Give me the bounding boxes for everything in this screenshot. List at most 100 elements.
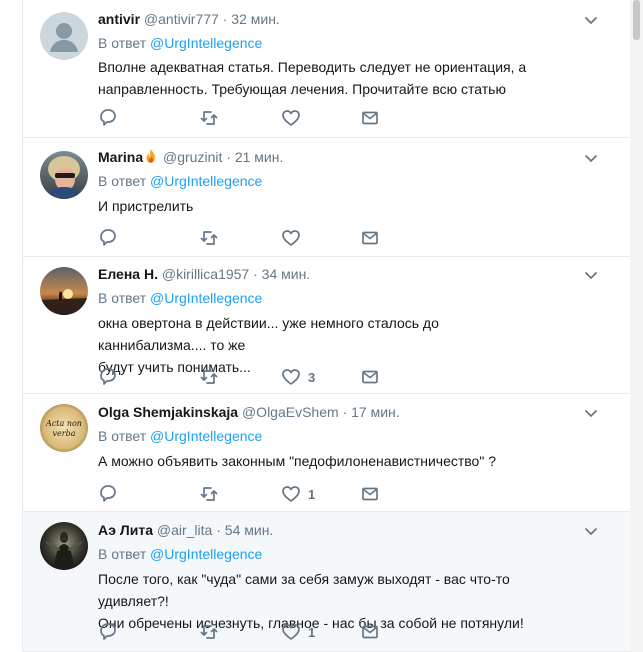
reply-prefix: В ответ bbox=[98, 546, 147, 562]
reply-button[interactable] bbox=[98, 108, 118, 128]
author-handle[interactable]: @antivir777 bbox=[144, 11, 219, 27]
author-name[interactable]: Аэ Лита bbox=[98, 522, 153, 538]
reply-icon bbox=[100, 368, 116, 385]
reply-context: В ответ @UrgIntellegence bbox=[98, 427, 262, 445]
avatar[interactable] bbox=[40, 267, 88, 315]
tweet-actions bbox=[98, 108, 398, 128]
retweet-button[interactable] bbox=[199, 622, 219, 642]
more-options-button[interactable] bbox=[583, 12, 599, 28]
avatar[interactable] bbox=[40, 151, 88, 199]
reply-to-link[interactable]: @UrgIntellegence bbox=[150, 173, 262, 189]
like-count: 3 bbox=[308, 369, 316, 385]
timestamp[interactable]: 21 мин. bbox=[235, 149, 284, 165]
tweet-text-line: Вполне адекватная статья. Переводить сле… bbox=[98, 59, 527, 75]
reply-icon bbox=[100, 229, 116, 246]
timestamp[interactable]: 32 мин. bbox=[231, 11, 280, 27]
author-handle[interactable]: @OlgaEvShem bbox=[242, 404, 339, 420]
avatar-image bbox=[40, 522, 88, 570]
tweet-text-line: окна овертона в действии... уже немного … bbox=[98, 315, 439, 353]
reply-icon bbox=[100, 623, 116, 640]
like-button[interactable]: 3 bbox=[281, 367, 315, 387]
author-name[interactable]: antivir bbox=[98, 11, 140, 27]
retweet-icon bbox=[200, 231, 218, 245]
separator: · bbox=[222, 11, 228, 27]
tweet-text-line: А можно объявить законным "педофилоненав… bbox=[98, 453, 496, 469]
envelope-icon bbox=[362, 370, 378, 384]
more-options-button[interactable] bbox=[583, 523, 599, 539]
tweet[interactable]: Marina @gruzinit · 21 мин. В ответ @UrgIn… bbox=[23, 138, 630, 257]
retweet-icon bbox=[200, 111, 218, 125]
tweet[interactable]: Елена Н. @kirillica1957 · 34 мин. В ответ… bbox=[23, 257, 630, 394]
author-name[interactable]: Marina bbox=[98, 149, 143, 165]
tweet[interactable]: Аэ Лита @air_lita · 54 мин. В ответ @UrgI… bbox=[23, 512, 630, 652]
direct-message-button[interactable] bbox=[360, 228, 380, 248]
reply-button[interactable] bbox=[98, 484, 118, 504]
like-button[interactable]: 1 bbox=[281, 622, 315, 642]
more-options-button[interactable] bbox=[583, 150, 599, 166]
like-button[interactable] bbox=[281, 228, 301, 248]
like-count: 1 bbox=[308, 486, 316, 502]
timestamp[interactable]: 17 мин. bbox=[351, 404, 400, 420]
chevron-down-icon bbox=[585, 272, 597, 279]
direct-message-button[interactable] bbox=[360, 484, 380, 504]
author-name[interactable]: Елена Н. bbox=[98, 266, 158, 282]
avatar-text: Acta non bbox=[45, 419, 82, 428]
envelope-icon bbox=[362, 625, 378, 639]
heart-icon bbox=[282, 230, 300, 246]
avatar-text: verba bbox=[53, 429, 76, 438]
direct-message-button[interactable] bbox=[360, 108, 380, 128]
like-button[interactable]: 1 bbox=[281, 484, 315, 504]
timestamp[interactable]: 34 мин. bbox=[262, 266, 311, 282]
more-options-button[interactable] bbox=[583, 267, 599, 283]
chevron-down-icon bbox=[585, 155, 597, 162]
reply-prefix: В ответ bbox=[98, 290, 147, 306]
tweet-actions bbox=[98, 228, 398, 248]
tweet-header: Аэ Лита @air_lita · 54 мин. bbox=[98, 521, 273, 539]
chevron-down-icon bbox=[585, 410, 597, 417]
author-handle[interactable]: @kirillica1957 bbox=[162, 266, 249, 282]
tweet-text-line: направленность. Требующая лечения. Прочи… bbox=[98, 81, 506, 97]
more-options-button[interactable] bbox=[583, 405, 599, 421]
avatar[interactable] bbox=[40, 12, 88, 60]
avatar-image bbox=[40, 151, 88, 199]
author-name[interactable]: Olga Shemjakinskaja bbox=[98, 404, 238, 420]
reply-button[interactable] bbox=[98, 367, 118, 387]
author-handle[interactable]: @air_lita bbox=[157, 522, 212, 538]
retweet-button[interactable] bbox=[199, 367, 219, 387]
tweet-header: Marina @gruzinit · 21 мин. bbox=[98, 148, 283, 166]
chevron-down-icon bbox=[585, 17, 597, 24]
reply-button[interactable] bbox=[98, 622, 118, 642]
author-handle[interactable]: @gruzinit bbox=[163, 149, 222, 165]
tweet-header: Елена Н. @kirillica1957 · 34 мин. bbox=[98, 265, 310, 283]
retweet-button[interactable] bbox=[199, 228, 219, 248]
retweet-icon bbox=[200, 370, 218, 384]
reply-icon bbox=[100, 485, 116, 502]
retweet-button[interactable] bbox=[199, 484, 219, 504]
tweet[interactable]: antivir @antivir777 · 32 мин. В ответ @Ur… bbox=[23, 0, 630, 138]
scrollbar[interactable] bbox=[630, 0, 643, 652]
direct-message-button[interactable] bbox=[360, 622, 380, 642]
heart-icon bbox=[282, 369, 300, 385]
reply-to-link[interactable]: @UrgIntellegence bbox=[150, 546, 262, 562]
tweet[interactable]: Acta non verba Olga Shemjakinskaja @OlgaEv… bbox=[23, 394, 630, 512]
avatar[interactable]: Acta non verba bbox=[40, 404, 88, 452]
like-button[interactable] bbox=[281, 108, 301, 128]
reply-to-link[interactable]: @UrgIntellegence bbox=[150, 428, 262, 444]
reply-icon bbox=[100, 109, 116, 126]
tweet-text: Вполне адекватная статья. Переводить сле… bbox=[98, 56, 538, 100]
retweet-button[interactable] bbox=[199, 108, 219, 128]
tweet-actions: 1 bbox=[98, 484, 398, 504]
retweet-icon bbox=[200, 487, 218, 501]
reply-button[interactable] bbox=[98, 228, 118, 248]
direct-message-button[interactable] bbox=[360, 367, 380, 387]
reply-to-link[interactable]: @UrgIntellegence bbox=[150, 35, 262, 51]
timestamp[interactable]: 54 мин. bbox=[225, 522, 274, 538]
scrollbar-thumb[interactable] bbox=[633, 0, 640, 40]
avatar[interactable] bbox=[40, 522, 88, 570]
reply-to-link[interactable]: @UrgIntellegence bbox=[150, 290, 262, 306]
avatar-image bbox=[40, 12, 88, 60]
tweet-actions: 3 bbox=[98, 367, 398, 387]
tweet-header: antivir @antivir777 · 32 мин. bbox=[98, 10, 280, 28]
tweet-text-line: И пристрелить bbox=[98, 198, 194, 214]
heart-icon bbox=[282, 486, 300, 502]
